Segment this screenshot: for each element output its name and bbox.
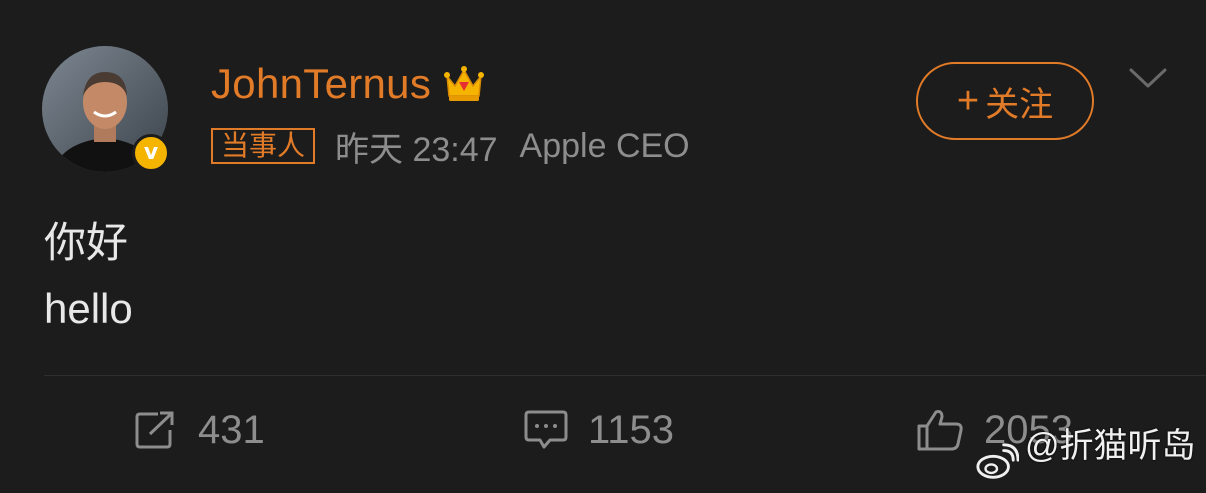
comment-count: 1153 (588, 407, 675, 452)
repost-button[interactable]: 431 (134, 400, 265, 460)
chevron-down-icon[interactable] (1128, 66, 1168, 90)
repost-icon (135, 411, 174, 449)
username-link[interactable]: JohnTernus (211, 60, 431, 108)
like-icon (917, 410, 963, 451)
post-time: 昨天 23:47 (335, 130, 498, 169)
comment-icon (524, 410, 568, 449)
post-text-line: hello (44, 285, 133, 332)
post-meta: 当事人 昨天 23:47 Apple CEO (211, 126, 690, 169)
weibo-post-card: v JohnTernus 当事人 昨天 23:47 Apple CEO + 关注… (0, 0, 1206, 493)
post-text-line: 你好 (44, 219, 129, 266)
post-content: 你好 hello (44, 210, 133, 342)
tag-badge: 当事人 (211, 128, 316, 164)
avatar[interactable]: v (42, 46, 170, 172)
follow-button[interactable]: + 关注 (916, 62, 1094, 140)
plus-icon: + (956, 80, 980, 122)
comment-button[interactable]: 1153 (524, 400, 674, 460)
watermark-text: @折猫听岛_ (1024, 427, 1196, 493)
follow-label: 关注 (985, 85, 1054, 124)
watermark: @折猫听岛_ (975, 427, 1206, 493)
crown-icon[interactable] (443, 64, 485, 104)
verified-icon: v (132, 134, 170, 172)
repost-count: 431 (198, 407, 265, 452)
weibo-logo-icon (976, 443, 1019, 479)
divider (44, 375, 1206, 376)
username-row: JohnTernus (211, 56, 485, 112)
author-title: Apple CEO (519, 126, 690, 165)
